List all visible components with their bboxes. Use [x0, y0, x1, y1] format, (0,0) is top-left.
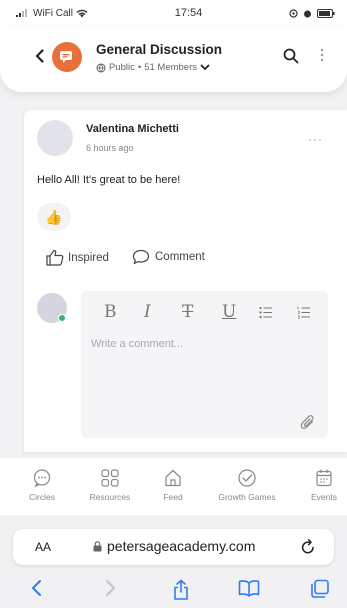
thumbs-up-emoji: 👍 — [45, 208, 63, 225]
reload-icon[interactable] — [300, 538, 316, 555]
check-circle-icon — [237, 468, 257, 488]
paperclip-icon[interactable] — [300, 414, 316, 431]
author-avatar[interactable] — [37, 120, 73, 156]
visibility-label: Public — [109, 62, 135, 73]
meta-separator: • — [137, 62, 142, 73]
location-icon — [289, 8, 298, 18]
group-header: General Discussion Public • 51 Members — [0, 26, 347, 92]
chat-group-icon — [59, 50, 75, 64]
tab-resources-label: Resources — [89, 492, 131, 502]
url-label: petersageacademy.com — [107, 538, 256, 554]
public-globe-icon — [96, 63, 106, 73]
browser-back-icon[interactable] — [30, 579, 42, 597]
calendar-icon — [314, 468, 334, 488]
bullet-list-icon — [259, 306, 273, 319]
status-right — [289, 8, 335, 18]
post-body: Hello All! It's great to be here! — [37, 174, 181, 186]
browser-forward-icon[interactable] — [105, 579, 117, 597]
strikethrough-button[interactable]: T — [182, 301, 193, 323]
comment-button[interactable]: Comment — [132, 249, 205, 265]
signal-icon — [16, 9, 30, 17]
bottom-tab-bar: Circles Resources Feed Growth Games Even… — [0, 458, 347, 515]
post-timestamp: 6 hours ago — [86, 143, 134, 153]
bullet-list-button[interactable] — [259, 301, 273, 323]
online-status-dot — [58, 314, 66, 322]
author-name[interactable]: Valentina Michetti — [86, 123, 179, 135]
thumbs-up-icon — [46, 249, 64, 266]
more-vertical-icon[interactable] — [320, 48, 324, 62]
tab-circles[interactable]: Circles — [8, 468, 76, 502]
tab-events[interactable]: Events — [290, 468, 347, 502]
tab-growth-games[interactable]: Growth Games — [213, 468, 281, 502]
inspired-label: Inspired — [68, 251, 109, 264]
battery-icon — [317, 8, 335, 18]
tabs-icon[interactable] — [310, 579, 330, 599]
tab-feed-label: Feed — [163, 492, 183, 502]
tab-circles-label: Circles — [29, 492, 55, 502]
status-bar: WiFi Call 17:54 — [0, 0, 347, 26]
carrier-label: WiFi Call — [33, 7, 73, 19]
comment-composer: B I T U — [81, 291, 328, 438]
inspired-button[interactable]: Inspired — [46, 249, 109, 266]
bold-button[interactable]: B — [104, 301, 117, 323]
post-more-button[interactable]: ··· — [308, 132, 323, 146]
home-icon — [163, 468, 183, 488]
tab-events-label: Events — [311, 492, 337, 502]
status-time: 17:54 — [174, 7, 203, 19]
member-count: 51 Members — [144, 62, 198, 73]
grid-icon — [100, 468, 120, 488]
comment-label: Comment — [155, 251, 205, 263]
alarm-icon — [303, 9, 312, 18]
search-icon[interactable] — [283, 48, 299, 64]
tab-resources[interactable]: Resources — [76, 468, 144, 502]
reader-text-size-button[interactable]: AA — [35, 540, 51, 554]
group-title: General Discussion — [96, 42, 223, 57]
bookmarks-icon[interactable] — [238, 579, 260, 597]
lock-icon — [93, 540, 102, 552]
browser-chrome: AA petersageacademy.com — [0, 515, 347, 608]
tab-growth-games-label: Growth Games — [218, 492, 276, 502]
italic-button[interactable]: I — [144, 301, 151, 323]
numbered-list-button[interactable] — [297, 301, 311, 323]
group-meta[interactable]: Public • 51 Members — [96, 62, 210, 73]
browser-toolbar — [0, 577, 347, 603]
back-chevron-icon[interactable] — [32, 46, 46, 66]
tab-feed[interactable]: Feed — [139, 468, 207, 502]
url-display[interactable]: petersageacademy.com — [93, 538, 255, 554]
comment-input[interactable] — [91, 335, 311, 353]
chevron-down-icon — [200, 64, 210, 71]
reaction-badge[interactable]: 👍 — [37, 203, 71, 231]
formatting-toolbar: B I T U — [81, 301, 328, 323]
underline-button[interactable]: U — [222, 301, 236, 323]
comment-bubble-icon — [132, 249, 150, 265]
group-avatar[interactable] — [52, 42, 82, 72]
wifi-icon — [76, 9, 88, 18]
address-bar[interactable]: AA petersageacademy.com — [13, 529, 334, 565]
post-card: Valentina Michetti 6 hours ago ··· Hello… — [24, 110, 347, 452]
status-left: WiFi Call — [16, 8, 88, 19]
chat-bubble-icon — [32, 468, 52, 488]
numbered-list-icon — [297, 306, 311, 319]
share-icon[interactable] — [172, 579, 190, 601]
